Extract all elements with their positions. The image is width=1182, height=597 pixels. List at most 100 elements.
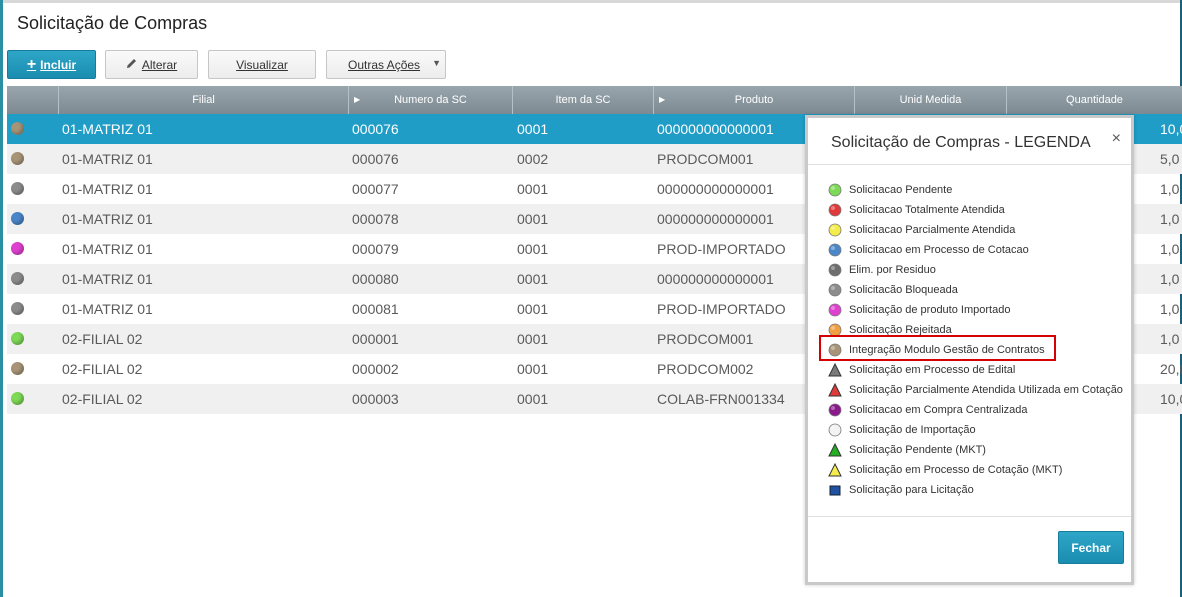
cell-filial: 01-MATRIZ 01 xyxy=(62,271,153,287)
cell-numero: 000077 xyxy=(352,181,399,197)
cell-numero: 000080 xyxy=(352,271,399,287)
column-header-unid-medida[interactable]: Unid Medida xyxy=(855,86,1007,114)
outras-acoes-button[interactable]: Outras Ações ▼ xyxy=(326,50,446,79)
cell-item: 0001 xyxy=(517,211,549,227)
legend-item-label: Solicitacao em Processo de Cotacao xyxy=(849,244,1029,256)
legend-item-label: Solicitação Pendente (MKT) xyxy=(849,444,986,456)
window-left-border xyxy=(0,0,3,597)
status-indicator-icon xyxy=(11,302,24,315)
legend-dialog: Solicitação de Compras - LEGENDA × Solic… xyxy=(805,115,1134,585)
legend-item-label: Solicitação em Processo de Cotação (MKT) xyxy=(849,464,1063,476)
cell-filial: 02-FILIAL 02 xyxy=(62,331,143,347)
sort-arrow-icon: ▶ xyxy=(354,95,361,104)
yellow-circle-icon xyxy=(828,223,842,237)
column-header-filial[interactable]: Filial xyxy=(59,86,349,114)
cell-quantidade: 1,0 xyxy=(1160,301,1180,317)
close-icon[interactable]: × xyxy=(1112,130,1121,148)
cell-numero: 000079 xyxy=(352,241,399,257)
cell-produto: COLAB-FRN001334 xyxy=(657,391,785,407)
highlight-box xyxy=(819,335,1056,361)
fechar-button[interactable]: Fechar xyxy=(1058,531,1124,564)
magenta-circle-icon xyxy=(828,303,842,317)
cell-filial: 01-MATRIZ 01 xyxy=(62,121,153,137)
visualizar-button[interactable]: Visualizar xyxy=(208,50,316,79)
cell-numero: 000078 xyxy=(352,211,399,227)
cell-produto: 000000000000001 xyxy=(657,211,774,227)
green-circle-icon xyxy=(828,183,842,197)
status-indicator-icon xyxy=(11,272,24,285)
dark-gray-circle-icon xyxy=(828,263,842,277)
cell-produto: PROD-IMPORTADO xyxy=(657,241,786,257)
column-header-quantidade[interactable]: Quantidade xyxy=(1007,86,1182,114)
legend-item-label: Solicitação Parcialmente Atendida Utiliz… xyxy=(849,384,1123,396)
cell-quantidade: 10,0 xyxy=(1160,391,1182,407)
cell-filial: 01-MATRIZ 01 xyxy=(62,241,153,257)
cell-quantidade: 1,0 xyxy=(1160,211,1180,227)
incluir-button[interactable]: + Incluir xyxy=(7,50,96,79)
status-column-header[interactable] xyxy=(7,86,59,114)
cell-item: 0001 xyxy=(517,331,549,347)
plus-icon: + xyxy=(26,55,37,73)
status-indicator-icon xyxy=(11,362,24,375)
cell-item: 0001 xyxy=(517,361,549,377)
legend-item: Solicitação de produto Importado xyxy=(827,300,1010,320)
legend-item: Solicitação Pendente (MKT) xyxy=(827,440,986,460)
cell-filial: 01-MATRIZ 01 xyxy=(62,181,153,197)
cell-item: 0002 xyxy=(517,151,549,167)
legend-item-label: Solicitacão Bloqueada xyxy=(849,284,958,296)
status-indicator-icon xyxy=(11,392,24,405)
legend-dialog-title: Solicitação de Compras - LEGENDA xyxy=(831,134,1091,151)
alterar-button[interactable]: Alterar xyxy=(105,50,198,79)
status-indicator-icon xyxy=(11,212,24,225)
cell-quantidade: 1,0 xyxy=(1160,241,1180,257)
legend-item: Solicitação para Licitação xyxy=(827,480,974,500)
cell-filial: 01-MATRIZ 01 xyxy=(62,301,153,317)
blue-circle-icon xyxy=(828,243,842,257)
cell-numero: 000076 xyxy=(352,121,399,137)
status-indicator-icon xyxy=(11,242,24,255)
legend-item-label: Solicitação para Licitação xyxy=(849,484,974,496)
column-header-item-sc[interactable]: Item da SC xyxy=(513,86,654,114)
status-indicator-icon xyxy=(11,182,24,195)
cell-produto: PROD-IMPORTADO xyxy=(657,301,786,317)
legend-item: Solicitação Parcialmente Atendida Utiliz… xyxy=(827,380,1123,400)
cell-quantidade: 1,0 xyxy=(1160,271,1180,287)
legend-item-label: Solicitacao Totalmente Atendida xyxy=(849,204,1005,216)
divider xyxy=(808,164,1131,165)
legend-item: Solicitacão Bloqueada xyxy=(827,280,958,300)
column-header-numero-sc[interactable]: ▶ Numero da SC xyxy=(349,86,513,114)
legend-item-label: Solicitação de produto Importado xyxy=(849,304,1011,316)
legend-item: Solicitação em Processo de Edital xyxy=(827,360,1015,380)
cell-numero: 000081 xyxy=(352,301,399,317)
legend-item: Solicitacao Pendente xyxy=(827,180,952,200)
status-indicator-icon xyxy=(11,332,24,345)
cell-numero: 000002 xyxy=(352,361,399,377)
cell-produto: 000000000000001 xyxy=(657,121,774,137)
cell-quantidade: 10,0 xyxy=(1160,121,1182,137)
visualizar-label: Visualizar xyxy=(236,57,288,72)
green-triangle-icon xyxy=(828,442,842,457)
gray-circle-icon xyxy=(828,283,842,297)
legend-item: Solicitacao em Compra Centralizada xyxy=(827,400,1028,420)
legend-item: Solicitacao Totalmente Atendida xyxy=(827,200,1005,220)
legend-item-label: Solicitacao Pendente xyxy=(849,184,953,196)
dropdown-arrow-icon: ▼ xyxy=(432,58,441,68)
purple-circle-icon xyxy=(828,403,842,417)
divider xyxy=(808,516,1131,517)
white-circle-icon xyxy=(828,423,842,437)
legend-item: Elim. por Residuo xyxy=(827,260,936,280)
status-indicator-icon xyxy=(11,152,24,165)
cell-quantidade: 1,0 xyxy=(1160,181,1180,197)
legend-item: Solicitacao Parcialmente Atendida xyxy=(827,220,1015,240)
yellow-triangle-icon xyxy=(828,462,842,477)
pencil-icon xyxy=(126,58,137,72)
blue-square-icon xyxy=(828,483,842,497)
cell-filial: 01-MATRIZ 01 xyxy=(62,211,153,227)
cell-item: 0001 xyxy=(517,301,549,317)
cell-quantidade: 1,0 xyxy=(1160,331,1180,347)
cell-quantidade: 20,0 xyxy=(1160,361,1182,377)
window-top-border xyxy=(0,0,1182,3)
column-header-produto[interactable]: ▶ Produto xyxy=(654,86,855,114)
status-indicator-icon xyxy=(11,122,24,135)
cell-item: 0001 xyxy=(517,391,549,407)
